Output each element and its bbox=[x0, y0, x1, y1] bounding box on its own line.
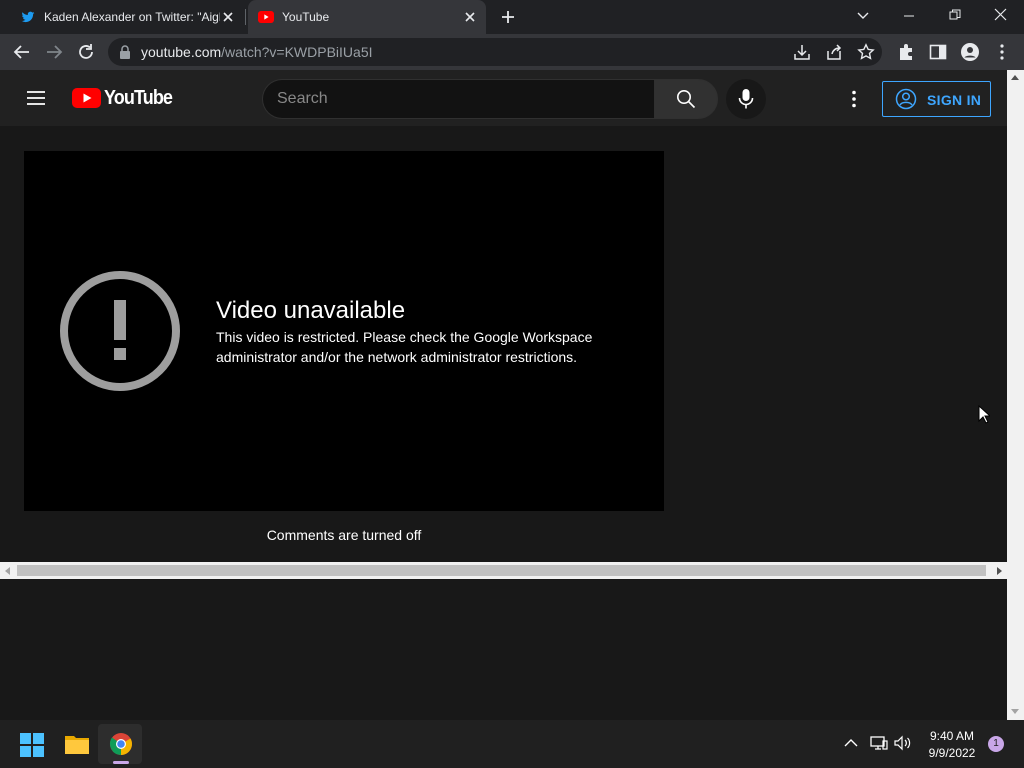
settings-kebab-icon[interactable] bbox=[844, 89, 864, 109]
url-path: /watch?v=KWDPBiIUa5I bbox=[221, 44, 373, 60]
account-circle-icon bbox=[895, 88, 917, 110]
forward-arrow-icon[interactable] bbox=[44, 42, 64, 62]
lock-icon[interactable] bbox=[119, 45, 131, 59]
file-explorer-icon[interactable] bbox=[64, 733, 90, 755]
youtube-page: YouTube SIGN IN Video unavailable This v… bbox=[0, 70, 1007, 562]
search-icon bbox=[677, 90, 696, 109]
twitter-bird-icon bbox=[21, 11, 35, 23]
clock-time[interactable]: 9:40 AM bbox=[920, 729, 984, 743]
url-host: youtube.com bbox=[141, 44, 222, 60]
youtube-logo-play-icon bbox=[72, 88, 101, 108]
error-exclamation-icon bbox=[60, 271, 180, 391]
tab-youtube[interactable]: YouTube bbox=[248, 0, 486, 34]
sign-in-label: SIGN IN bbox=[927, 92, 982, 108]
error-title: Video unavailable bbox=[216, 297, 406, 324]
address-bar[interactable]: youtube.com/watch?v=KWDPBiIUa5I bbox=[108, 38, 882, 66]
youtube-logo[interactable]: YouTube bbox=[72, 87, 180, 109]
bookmark-star-icon[interactable] bbox=[857, 43, 875, 61]
error-message: This video is restricted. Please check t… bbox=[216, 329, 593, 365]
mouse-cursor-icon bbox=[978, 405, 990, 424]
windows-taskbar: 9:40 AM 9/9/2022 1 bbox=[0, 720, 1024, 768]
search-input[interactable] bbox=[277, 89, 637, 109]
share-icon[interactable] bbox=[825, 43, 843, 61]
reload-icon[interactable] bbox=[76, 42, 96, 62]
minimize-icon[interactable] bbox=[903, 10, 915, 22]
page-below-area bbox=[0, 579, 1007, 720]
show-hidden-icons-chevron-icon[interactable] bbox=[844, 738, 858, 748]
notification-badge[interactable]: 1 bbox=[988, 736, 1004, 752]
windows-start-icon[interactable] bbox=[20, 733, 44, 757]
tab-title: Kaden Alexander on Twitter: "Aight bbox=[44, 10, 220, 24]
youtube-masthead: YouTube SIGN IN bbox=[0, 70, 1007, 126]
restore-icon[interactable] bbox=[949, 9, 961, 21]
scroll-up-arrow-icon[interactable] bbox=[1011, 75, 1019, 81]
microphone-icon bbox=[738, 89, 754, 109]
close-tab-icon[interactable] bbox=[220, 9, 236, 25]
horizontal-scrollbar[interactable] bbox=[0, 562, 1007, 579]
tab-strip: Kaden Alexander on Twitter: "Aight YouTu… bbox=[0, 0, 1024, 34]
comments-status: Comments are turned off bbox=[266, 527, 422, 543]
chrome-menu-kebab-icon[interactable] bbox=[992, 42, 1012, 62]
volume-icon[interactable] bbox=[894, 735, 912, 751]
video-player[interactable]: Video unavailable This video is restrict… bbox=[24, 151, 664, 511]
youtube-favicon-icon bbox=[258, 11, 274, 23]
scroll-down-arrow-icon[interactable] bbox=[1011, 708, 1019, 714]
search-button[interactable] bbox=[654, 79, 718, 119]
tab-search-chevron-icon[interactable] bbox=[856, 8, 870, 22]
search-box[interactable] bbox=[262, 79, 654, 119]
back-arrow-icon[interactable] bbox=[12, 42, 32, 62]
vertical-scrollbar[interactable] bbox=[1007, 70, 1024, 720]
guide-menu-hamburger-icon[interactable] bbox=[26, 88, 46, 108]
tab-title: YouTube bbox=[282, 10, 330, 24]
chrome-app-icon[interactable] bbox=[109, 732, 133, 756]
network-icon[interactable] bbox=[870, 735, 888, 751]
close-tab-icon[interactable] bbox=[462, 9, 478, 25]
sign-in-button[interactable]: SIGN IN bbox=[882, 81, 991, 117]
tab-separator bbox=[245, 9, 246, 25]
tab-twitter[interactable]: Kaden Alexander on Twitter: "Aight bbox=[12, 0, 244, 34]
scroll-right-arrow-icon[interactable] bbox=[996, 567, 1002, 575]
chrome-running-indicator bbox=[113, 761, 129, 764]
side-panel-icon[interactable] bbox=[928, 42, 948, 62]
browser-toolbar: youtube.com/watch?v=KWDPBiIUa5I bbox=[0, 34, 1024, 70]
scroll-left-arrow-icon[interactable] bbox=[5, 567, 11, 575]
clock-date[interactable]: 9/9/2022 bbox=[920, 746, 984, 760]
voice-search-button[interactable] bbox=[726, 79, 766, 119]
url-text: youtube.com/watch?v=KWDPBiIUa5I bbox=[141, 44, 373, 60]
profile-avatar-icon[interactable] bbox=[960, 42, 980, 62]
extensions-puzzle-icon[interactable] bbox=[896, 42, 916, 62]
new-tab-icon[interactable] bbox=[500, 9, 516, 25]
install-app-icon[interactable] bbox=[793, 43, 811, 61]
youtube-logo-text: YouTube bbox=[104, 86, 173, 109]
horizontal-scroll-thumb[interactable] bbox=[17, 565, 986, 576]
close-window-icon[interactable] bbox=[994, 8, 1007, 21]
